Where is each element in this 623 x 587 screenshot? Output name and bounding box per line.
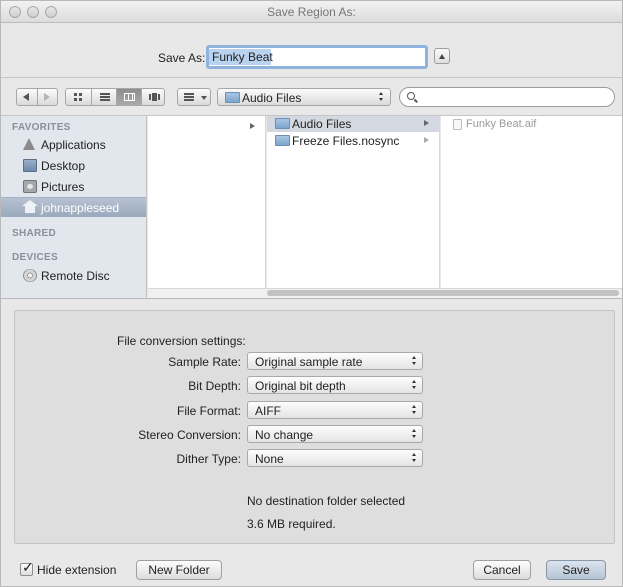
list-item-label: Freeze Files.nosync xyxy=(292,134,400,148)
chevron-down-icon xyxy=(201,96,207,100)
conversion-settings-title: File conversion settings: xyxy=(117,334,246,348)
dither-type-label: Dither Type: xyxy=(176,452,241,466)
window-title: Save Region As: xyxy=(267,5,356,19)
triangle-up-icon xyxy=(439,54,445,59)
checkmark-icon: ✓ xyxy=(22,559,34,575)
popup-arrows-icon xyxy=(412,453,417,463)
sidebar-item-pictures[interactable]: Pictures xyxy=(1,177,146,197)
chevron-right-icon xyxy=(424,137,429,143)
sidebar-item-label: Desktop xyxy=(41,159,86,173)
hide-extension-checkbox[interactable]: ✓ xyxy=(20,559,34,576)
view-mode-control[interactable] xyxy=(65,88,165,106)
sidebar-item-applications[interactable]: Applications xyxy=(1,135,146,155)
sidebar-item-label: Remote Disc xyxy=(41,269,110,283)
popup-arrows-icon xyxy=(412,380,417,390)
destination-status: No destination folder selected xyxy=(247,494,406,508)
remote-disc-icon xyxy=(23,269,37,282)
save-as-value: Funky Beat xyxy=(212,50,273,64)
list-item-audio-files[interactable]: Audio Files xyxy=(267,116,439,132)
sidebar-item-johnappleseed[interactable]: johnappleseed xyxy=(1,197,146,217)
dither-type-popup[interactable]: None xyxy=(247,449,423,467)
sidebar-item-label: Applications xyxy=(41,138,106,152)
browser-column-2[interactable]: Audio Files Freeze Files.nosync xyxy=(267,116,440,288)
file-format-popup[interactable]: AIFF xyxy=(247,401,423,419)
desktop-icon xyxy=(23,159,37,172)
forward-arrow-icon[interactable] xyxy=(44,93,50,101)
stereo-conversion-popup[interactable]: No change xyxy=(247,425,423,443)
list-view-button[interactable] xyxy=(91,89,116,105)
sidebar-heading-favorites: FAVORITES xyxy=(12,122,71,133)
hide-extension-label[interactable]: Hide extension xyxy=(37,563,116,577)
sidebar-heading-shared: SHARED xyxy=(12,228,57,239)
chevron-right-icon xyxy=(424,120,429,126)
popup-arrows-icon xyxy=(412,429,417,439)
sidebar-item-remote-disc[interactable]: Remote Disc xyxy=(1,266,146,286)
new-folder-button[interactable]: New Folder xyxy=(136,560,222,580)
column-view-icon xyxy=(124,93,135,101)
home-icon xyxy=(22,200,38,214)
pictures-icon xyxy=(23,180,37,193)
bit-depth-popup[interactable]: Original bit depth xyxy=(247,376,423,394)
arrange-menu-button[interactable] xyxy=(177,88,211,106)
sample-rate-value: Original sample rate xyxy=(255,355,363,369)
divider xyxy=(1,298,622,299)
save-button[interactable]: Save xyxy=(546,560,606,580)
column-view-button[interactable] xyxy=(116,89,141,105)
icon-view-button[interactable] xyxy=(66,89,91,105)
list-view-icon xyxy=(100,93,110,101)
title-bar: Save Region As: xyxy=(1,1,622,23)
back-arrow-icon[interactable] xyxy=(23,93,29,101)
segment-divider xyxy=(37,89,38,105)
popup-arrows-icon xyxy=(412,405,417,415)
file-format-label: File Format: xyxy=(176,404,241,418)
sidebar-item-label: johnappleseed xyxy=(41,201,120,215)
chevron-right-icon xyxy=(250,123,255,129)
browser-column-1[interactable] xyxy=(148,116,266,288)
bit-depth-label: Bit Depth: xyxy=(188,379,241,393)
divider xyxy=(1,77,622,78)
sidebar-heading-devices: DEVICES xyxy=(12,252,59,263)
list-item-label: Audio Files xyxy=(292,117,352,131)
size-required: 3.6 MB required. xyxy=(247,517,336,531)
stereo-conversion-label: Stereo Conversion: xyxy=(138,428,241,442)
list-item-label: Funky Beat.aif xyxy=(466,118,537,130)
scrollbar-thumb[interactable] xyxy=(267,290,619,296)
audio-file-icon xyxy=(453,119,462,130)
back-forward-buttons[interactable] xyxy=(16,88,58,106)
icon-view-icon xyxy=(74,93,83,101)
dither-type-value: None xyxy=(255,452,284,466)
sample-rate-label: Sample Rate: xyxy=(168,355,241,369)
arrange-icon xyxy=(184,93,194,101)
bit-depth-value: Original bit depth xyxy=(255,379,346,393)
sidebar-item-label: Pictures xyxy=(41,180,85,194)
popup-arrows-icon xyxy=(379,92,384,102)
collapse-browser-button[interactable] xyxy=(434,48,450,64)
browser-column-3[interactable]: Funky Beat.aif xyxy=(441,116,622,288)
save-as-label: Save As: xyxy=(158,51,206,65)
folder-icon xyxy=(275,135,290,146)
location-popup[interactable]: Audio Files xyxy=(217,88,391,106)
save-dialog-window: Save Region As: Save As: Funky Beat Audi… xyxy=(0,0,623,587)
cancel-button[interactable]: Cancel xyxy=(473,560,531,580)
folder-icon xyxy=(225,92,240,103)
list-item-freeze-files[interactable]: Freeze Files.nosync xyxy=(267,133,439,149)
cover-flow-icon xyxy=(149,93,160,101)
list-item[interactable] xyxy=(148,119,265,135)
search-input[interactable] xyxy=(399,87,615,107)
sample-rate-popup[interactable]: Original sample rate xyxy=(247,352,423,370)
sidebar: FAVORITES Applications Desktop Pictures … xyxy=(1,116,147,298)
popup-arrows-icon xyxy=(412,356,417,366)
location-label: Audio Files xyxy=(242,91,302,105)
stereo-conversion-value: No change xyxy=(255,428,314,442)
applications-icon xyxy=(23,138,35,150)
search-icon xyxy=(407,92,415,100)
sidebar-item-desktop[interactable]: Desktop xyxy=(1,156,146,176)
file-format-value: AIFF xyxy=(255,404,281,418)
list-item-funky-beat-aif: Funky Beat.aif xyxy=(441,117,622,133)
folder-icon xyxy=(275,118,290,129)
cover-flow-button[interactable] xyxy=(141,89,166,105)
